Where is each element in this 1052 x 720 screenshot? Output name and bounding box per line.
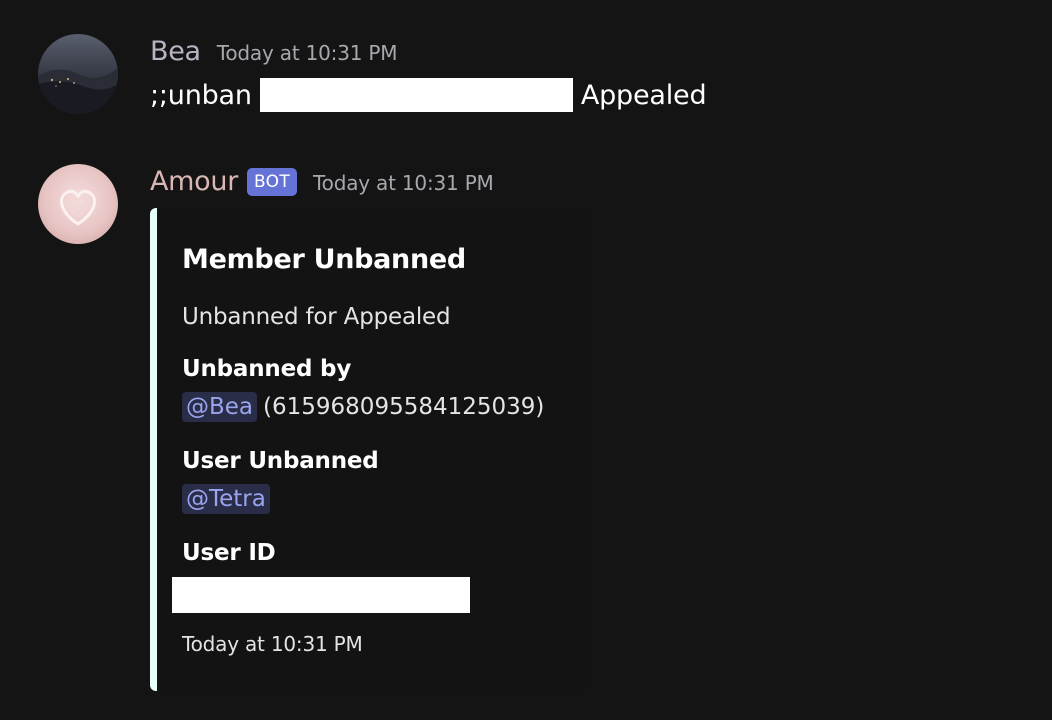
user-id-text: (615968095584125039) — [263, 394, 545, 420]
username-bea[interactable]: Bea — [150, 36, 201, 67]
user-mention-tetra[interactable]: @Tetra — [182, 484, 270, 514]
embed-accent-bar — [150, 208, 157, 691]
reason-text: Appealed — [580, 79, 707, 111]
redacted-block — [172, 577, 470, 613]
field-name-user-unbanned: User Unbanned — [182, 448, 379, 474]
field-name-user-id: User ID — [182, 540, 276, 566]
heart-avatar-icon — [38, 164, 118, 244]
bot-badge: BOT — [247, 168, 298, 196]
user-avatar-amour[interactable] — [38, 164, 118, 244]
command-text: ;;unban — [150, 79, 252, 111]
message-timestamp: Today at 10:31 PM — [313, 171, 494, 195]
landscape-avatar-icon — [38, 34, 118, 114]
redacted-block — [259, 78, 573, 112]
embed-title: Member Unbanned — [182, 244, 466, 275]
user-mention-bea[interactable]: @Bea — [182, 392, 258, 422]
user-avatar-bea[interactable] — [38, 34, 118, 114]
embed-card: Member Unbanned Unbanned for Appealed Un… — [150, 208, 586, 691]
username-amour[interactable]: Amour — [150, 166, 238, 197]
message-content: ;;unban Appealed — [150, 78, 707, 112]
field-value-unbanned-by: @Bea (615968095584125039) — [182, 392, 544, 422]
message-timestamp: Today at 10:31 PM — [216, 41, 398, 65]
field-value-user-unbanned: @Tetra — [182, 484, 270, 514]
embed-footer-timestamp: Today at 10:31 PM — [182, 632, 363, 656]
embed-description: Unbanned for Appealed — [182, 304, 451, 330]
field-name-unbanned-by: Unbanned by — [182, 356, 352, 382]
